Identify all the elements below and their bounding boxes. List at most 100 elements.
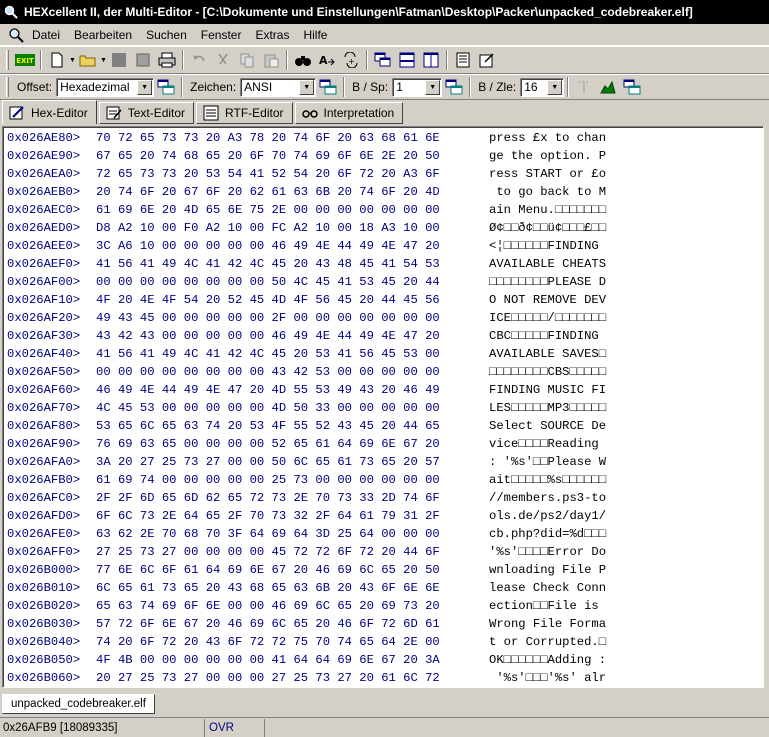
- hex-row[interactable]: 0x026B020> 65 63 74 69 6F 6E 00 00 46 69 …: [3, 597, 763, 615]
- row-ascii[interactable]: ge the option. P: [489, 147, 606, 165]
- find-button[interactable]: [292, 49, 314, 71]
- row-hex-bytes[interactable]: 43 42 43 00 00 00 00 00 46 49 4E 44 49 4…: [96, 327, 440, 345]
- menu-hilfe[interactable]: Hilfe: [297, 25, 335, 45]
- row-hex-bytes[interactable]: 2F 2F 6D 65 6D 62 65 72 73 2E 70 73 33 2…: [96, 489, 440, 507]
- row-hex-bytes[interactable]: 76 69 63 65 00 00 00 00 52 65 61 64 69 6…: [96, 435, 440, 453]
- hex-row[interactable]: 0x026AFF0> 27 25 73 27 00 00 00 00 45 72 …: [3, 543, 763, 561]
- row-ascii[interactable]: lease Check Conn: [489, 579, 606, 597]
- hex-row[interactable]: 0x026B010> 6C 65 61 73 65 20 43 68 65 63 …: [3, 579, 763, 597]
- menu-bearbeiten[interactable]: Bearbeiten: [68, 25, 140, 45]
- cascade-windows-button[interactable]: [372, 49, 394, 71]
- hex-row[interactable]: 0x026AFB0> 61 69 74 00 00 00 00 00 25 73 …: [3, 471, 763, 489]
- tile-horizontal-button[interactable]: [396, 49, 418, 71]
- save-all-button[interactable]: [132, 49, 154, 71]
- row-ascii[interactable]: to go back to M: [489, 183, 606, 201]
- new-file-button[interactable]: [46, 49, 68, 71]
- row-ascii[interactable]: ection□□File is: [489, 597, 606, 615]
- row-ascii[interactable]: ols.de/ps2/day1/: [489, 507, 606, 525]
- row-ascii[interactable]: press £x to chan: [489, 129, 606, 147]
- apply-column-button[interactable]: [443, 76, 465, 98]
- row-ascii[interactable]: t or Corrupted.□: [489, 633, 606, 651]
- hex-row[interactable]: 0x026AF70> 4C 45 53 00 00 00 00 00 4D 50 …: [3, 399, 763, 417]
- paste-button[interactable]: [260, 49, 282, 71]
- new-dropdown-icon[interactable]: ▼: [69, 57, 76, 64]
- charset-select[interactable]: ANSI ▼: [240, 77, 317, 97]
- undo-button[interactable]: [188, 49, 210, 71]
- hex-row[interactable]: 0x026AFA0> 3A 20 27 25 73 27 00 00 50 6C …: [3, 453, 763, 471]
- replace-button[interactable]: +: [340, 49, 362, 71]
- row-hex-bytes[interactable]: 61 69 6E 20 4D 65 6E 75 2E 00 00 00 00 0…: [96, 201, 440, 219]
- hex-row[interactable]: 0x026AF60> 46 49 4E 44 49 4E 47 20 4D 55 …: [3, 381, 763, 399]
- row-ascii[interactable]: '%s'□□□□Error Do: [489, 543, 606, 561]
- row-hex-bytes[interactable]: 4F 20 4E 4F 54 20 52 45 4D 4F 56 45 20 4…: [96, 291, 440, 309]
- row-hex-bytes[interactable]: 49 43 45 00 00 00 00 00 2F 00 00 00 00 0…: [96, 309, 440, 327]
- row-ascii[interactable]: //members.ps3-to: [489, 489, 606, 507]
- row-ascii[interactable]: <¦□□□□□□FINDING: [489, 237, 606, 255]
- hex-row[interactable]: 0x026AEE0> 3C A6 10 00 00 00 00 00 46 49 …: [3, 237, 763, 255]
- row-ascii[interactable]: vice□□□□Reading: [489, 435, 606, 453]
- row-ascii[interactable]: : '%s'□□Please W: [489, 453, 606, 471]
- hex-row[interactable]: 0x026AEF0> 41 56 41 49 4C 41 42 4C 45 20 …: [3, 255, 763, 273]
- hex-editor-view[interactable]: 0x026AE80> 70 72 65 73 73 20 A3 78 20 74 …: [2, 126, 764, 688]
- row-ascii[interactable]: O NOT REMOVE DEV: [489, 291, 606, 309]
- hex-row[interactable]: 0x026AE80> 70 72 65 73 73 20 A3 78 20 74 …: [3, 129, 763, 147]
- row-ascii[interactable]: OK□□□□□□Adding :: [489, 651, 606, 669]
- hex-row[interactable]: 0x026AEB0> 20 74 6F 20 67 6F 20 62 61 63 …: [3, 183, 763, 201]
- row-ascii[interactable]: □□□□□□□□CBS□□□□□: [489, 363, 606, 381]
- row-hex-bytes[interactable]: 41 56 41 49 4C 41 42 4C 45 20 43 48 45 4…: [96, 255, 440, 273]
- cut-button[interactable]: [212, 49, 234, 71]
- row-hex-bytes[interactable]: 46 49 4E 44 49 4E 47 20 4D 55 53 49 43 2…: [96, 381, 440, 399]
- row-ascii[interactable]: ain Menu.□□□□□□□: [489, 201, 606, 219]
- row-ascii[interactable]: □□□□□□□□PLEASE D: [489, 273, 606, 291]
- row-hex-bytes[interactable]: 00 00 00 00 00 00 00 00 43 42 53 00 00 0…: [96, 363, 440, 381]
- chevron-down-icon[interactable]: ▼: [425, 79, 441, 95]
- tab-text-editor[interactable]: Text-Editor: [98, 102, 195, 124]
- row-ascii[interactable]: Wrong File Forma: [489, 615, 606, 633]
- hex-row[interactable]: 0x026AF80> 53 65 6C 65 63 74 20 53 4F 55 …: [3, 417, 763, 435]
- row-hex-bytes[interactable]: 74 20 6F 72 20 43 6F 72 72 75 70 74 65 6…: [96, 633, 440, 651]
- hex-row[interactable]: 0x026AE90> 67 65 20 74 68 65 20 6F 70 74 …: [3, 147, 763, 165]
- bytes-per-line-select[interactable]: 16 ▼: [520, 77, 565, 97]
- row-hex-bytes[interactable]: 3A 20 27 25 73 27 00 00 50 6C 65 61 73 6…: [96, 453, 440, 471]
- hex-row[interactable]: 0x026AF00> 00 00 00 00 00 00 00 00 50 4C …: [3, 273, 763, 291]
- hex-row[interactable]: 0x026B060> 20 27 25 73 27 00 00 00 27 25 …: [3, 669, 763, 687]
- row-hex-bytes[interactable]: 63 62 2E 70 68 70 3F 64 69 64 3D 25 64 0…: [96, 525, 440, 543]
- document-tab[interactable]: unpacked_codebreaker.elf: [2, 694, 155, 714]
- hex-row[interactable]: 0x026AFE0> 63 62 2E 70 68 70 3F 64 69 64 …: [3, 525, 763, 543]
- row-ascii[interactable]: FINDING MUSIC FI: [489, 381, 606, 399]
- menu-suchen[interactable]: Suchen: [140, 25, 195, 45]
- row-hex-bytes[interactable]: 6F 6C 73 2E 64 65 2F 70 73 32 2F 64 61 7…: [96, 507, 440, 525]
- chevron-down-icon[interactable]: ▼: [137, 79, 153, 95]
- row-hex-bytes[interactable]: 27 25 73 27 00 00 00 00 45 72 72 6F 72 2…: [96, 543, 440, 561]
- find-next-button[interactable]: A: [316, 49, 338, 71]
- row-hex-bytes[interactable]: 3C A6 10 00 00 00 00 00 46 49 4E 44 49 4…: [96, 237, 440, 255]
- row-hex-bytes[interactable]: 67 65 20 74 68 65 20 6F 70 74 69 6F 6E 2…: [96, 147, 440, 165]
- hex-row[interactable]: 0x026AF10> 4F 20 4E 4F 54 20 52 45 4D 4F …: [3, 291, 763, 309]
- hex-row[interactable]: 0x026AEA0> 72 65 73 73 20 53 54 41 52 54 …: [3, 165, 763, 183]
- save-button[interactable]: [108, 49, 130, 71]
- apply-offset-button[interactable]: [155, 76, 177, 98]
- hex-row[interactable]: 0x026B030> 57 72 6F 6E 67 20 46 69 6C 65 …: [3, 615, 763, 633]
- row-ascii[interactable]: ait□□□□□%s□□□□□□: [489, 471, 606, 489]
- properties-button[interactable]: [476, 49, 498, 71]
- row-hex-bytes[interactable]: 41 56 41 49 4C 41 42 4C 45 20 53 41 56 4…: [96, 345, 440, 363]
- bytes-per-column-select[interactable]: 1 ▼: [392, 77, 443, 97]
- hex-row[interactable]: 0x026AEC0> 61 69 6E 20 4D 65 6E 75 2E 00 …: [3, 201, 763, 219]
- tab-hex-editor[interactable]: Hex-Editor: [2, 100, 97, 124]
- menu-fenster[interactable]: Fenster: [195, 25, 250, 45]
- chevron-down-icon[interactable]: ▼: [299, 79, 315, 95]
- hex-row[interactable]: 0x026B050> 4F 4B 00 00 00 00 00 00 41 64 …: [3, 651, 763, 669]
- row-ascii[interactable]: wnloading File P: [489, 561, 606, 579]
- markers-button[interactable]: [573, 76, 595, 98]
- row-hex-bytes[interactable]: 53 65 6C 65 63 74 20 53 4F 55 52 43 45 2…: [96, 417, 440, 435]
- hex-row[interactable]: 0x026AED0> D8 A2 10 00 F0 A2 10 00 FC A2 …: [3, 219, 763, 237]
- apply-charset-button[interactable]: [317, 76, 339, 98]
- tile-vertical-button[interactable]: [420, 49, 442, 71]
- menu-datei[interactable]: Datei: [26, 25, 68, 45]
- row-hex-bytes[interactable]: 72 65 73 73 20 53 54 41 52 54 20 6F 72 2…: [96, 165, 440, 183]
- row-ascii[interactable]: ICE□□□□□/□□□□□□□: [489, 309, 606, 327]
- toolbar-grip[interactable]: [6, 77, 9, 97]
- row-hex-bytes[interactable]: 77 6E 6C 6F 61 64 69 6E 67 20 46 69 6C 6…: [96, 561, 440, 579]
- hex-row[interactable]: 0x026AF20> 49 43 45 00 00 00 00 00 2F 00 …: [3, 309, 763, 327]
- row-ascii[interactable]: Ø¢□□ð¢□□ü¢□□□£□□: [489, 219, 606, 237]
